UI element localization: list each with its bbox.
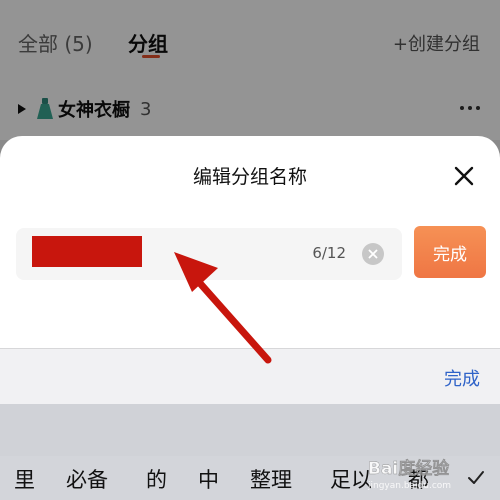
dim-overlay	[0, 0, 500, 140]
done-button[interactable]: 完成	[414, 226, 486, 278]
keyboard-done-button[interactable]: 完成	[444, 365, 480, 391]
baidu-jingyan-watermark: Bai度经验 jingyan.baidu.com	[367, 458, 451, 491]
watermark-subtext: jingyan.baidu.com	[367, 481, 451, 491]
candidate-word[interactable]: 里	[14, 464, 35, 494]
keyboard-accessory-bar: 完成	[0, 348, 500, 404]
candidate-word[interactable]: 必备	[66, 464, 108, 494]
close-icon[interactable]	[454, 166, 474, 186]
watermark-text: Bai度经验	[368, 458, 450, 479]
candidate-word[interactable]: 中	[198, 464, 219, 494]
group-name-input[interactable]: 6/12	[16, 228, 402, 280]
dialog-title: 编辑分组名称	[192, 166, 307, 188]
candidate-word[interactable]: 整理	[250, 464, 292, 494]
clear-input-icon[interactable]	[362, 243, 384, 265]
candidate-word[interactable]: 的	[146, 464, 167, 494]
character-counter: 6/12	[312, 244, 346, 262]
edit-group-name-sheet: 编辑分组名称 6/12 完成	[0, 136, 500, 348]
redacted-input-text	[32, 236, 142, 267]
